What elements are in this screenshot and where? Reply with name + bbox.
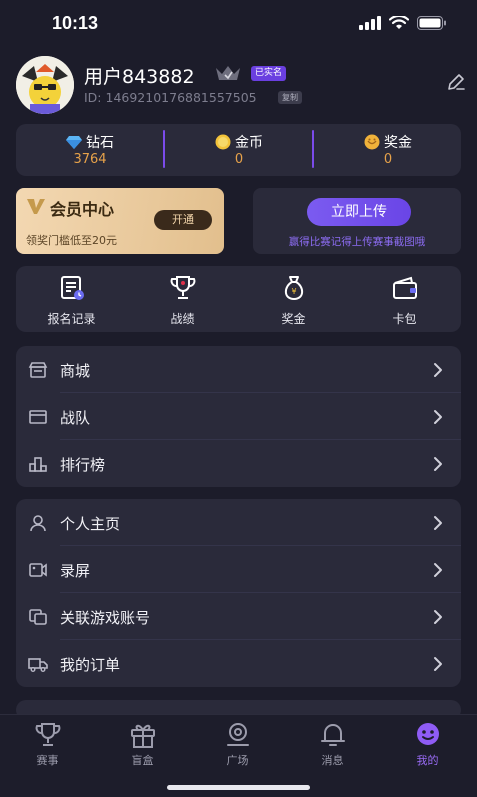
- menu-item-label: 排行榜: [60, 456, 106, 474]
- store-icon: [28, 362, 48, 378]
- gold-coin-icon: [215, 134, 231, 150]
- menu-item-label: 个人主页: [60, 515, 121, 533]
- vip-open-button[interactable]: 开通: [154, 210, 212, 230]
- menu-item-profile-page[interactable]: 个人主页: [16, 499, 461, 546]
- currency-gold-coin[interactable]: 金币 0: [165, 124, 313, 176]
- quick-actions-card: 报名记录 战绩 ¥ 奖金 卡包: [16, 266, 461, 332]
- person-icon: [30, 515, 46, 532]
- upload-subtitle: 赢得比赛记得上传赛事截图哦: [288, 236, 426, 248]
- diamond-icon: [66, 136, 82, 149]
- currency-label: 奖金: [384, 135, 412, 151]
- currency-bonus[interactable]: 奖金 0: [314, 124, 462, 176]
- verified-badge: 已实名: [251, 66, 287, 81]
- tab-label: 我的: [416, 754, 439, 767]
- screen-record-icon: [29, 563, 47, 577]
- profile-header: 用户843882 已实名 ID: 1469210176881557505 复制: [16, 56, 466, 114]
- chevron-right-icon: [434, 563, 442, 577]
- avatar-cat-icon: [16, 56, 74, 114]
- ranking-icon: [29, 457, 47, 472]
- menu-item-label: 战队: [60, 409, 91, 427]
- menu-item-label: 商城: [60, 362, 91, 380]
- currency-value: 3764: [73, 152, 107, 167]
- trophy-tab-icon: [35, 723, 60, 746]
- menu-item-label: 关联游戏账号: [60, 609, 151, 627]
- menu-item-my-orders[interactable]: 我的订单: [16, 640, 461, 687]
- menu-item-ranking[interactable]: 排行榜: [16, 440, 461, 487]
- tab-label: 盲盒: [131, 754, 154, 767]
- user-id: ID: 1469210176881557505: [84, 90, 257, 105]
- menu-group-2: 个人主页 录屏 关联游戏账号 我的订单: [16, 499, 461, 687]
- crown-icon: [216, 66, 240, 80]
- smiley-icon: [416, 723, 439, 745]
- status-bar: 10:13: [0, 0, 477, 50]
- bell-icon: [320, 724, 345, 746]
- username: 用户843882: [84, 66, 195, 88]
- currency-card: 钻石 3764 金币 0 奖金 0: [16, 124, 461, 176]
- tab-label: 赛事: [36, 754, 59, 767]
- upload-card: 立即上传 赢得比赛记得上传赛事截图哦: [253, 188, 461, 254]
- currency-value: 0: [383, 152, 393, 167]
- plaza-icon: [226, 723, 249, 746]
- home-indicator: [167, 785, 310, 790]
- chevron-right-icon: [434, 457, 442, 471]
- gift-box-icon: [130, 724, 155, 748]
- vip-title: 会员中心: [50, 200, 115, 219]
- menu-item-team[interactable]: 战队: [16, 393, 461, 440]
- wallet-icon: [392, 276, 417, 299]
- menu-item-label: 录屏: [60, 562, 91, 580]
- wifi-icon: [389, 16, 409, 29]
- battery-icon: [417, 16, 446, 30]
- avatar[interactable]: [16, 56, 74, 114]
- quick-action-wallet[interactable]: 卡包: [349, 266, 460, 332]
- currency-value: 0: [234, 152, 244, 167]
- upload-now-button[interactable]: 立即上传: [307, 198, 411, 226]
- quick-action-label: 报名记录: [47, 312, 96, 326]
- vip-subtitle: 领奖门槛低至20元: [26, 234, 117, 247]
- vip-v-icon: [27, 199, 45, 214]
- vip-center-card[interactable]: 会员中心 领奖门槛低至20元 开通: [16, 188, 224, 254]
- chevron-right-icon: [434, 610, 442, 624]
- chevron-right-icon: [434, 410, 442, 424]
- tab-blind-box[interactable]: 盲盒: [95, 721, 190, 771]
- tab-mine[interactable]: 我的: [380, 721, 475, 771]
- currency-label: 钻石: [86, 135, 114, 151]
- tab-plaza[interactable]: 广场: [190, 721, 285, 771]
- delivery-truck-icon: [28, 658, 48, 672]
- bonus-icon: [364, 134, 380, 150]
- menu-item-label: 我的订单: [60, 656, 121, 674]
- quick-action-label: 奖金: [281, 312, 306, 326]
- currency-diamond[interactable]: 钻石 3764: [16, 124, 164, 176]
- chevron-right-icon: [434, 516, 442, 530]
- quick-action-label: 卡包: [392, 312, 417, 326]
- currency-label: 金币: [235, 135, 263, 151]
- quick-action-record[interactable]: 战绩: [127, 266, 238, 332]
- edit-icon[interactable]: [446, 72, 466, 92]
- link-account-icon: [29, 609, 47, 625]
- menu-group-1: 商城 战队 排行榜: [16, 346, 461, 487]
- tab-events[interactable]: 赛事: [0, 721, 95, 771]
- chevron-right-icon: [434, 657, 442, 671]
- status-time: 10:13: [52, 13, 99, 33]
- status-icons: [359, 16, 447, 30]
- team-icon: [29, 410, 47, 424]
- quick-action-registration-record[interactable]: 报名记录: [16, 266, 127, 332]
- tab-label: 广场: [226, 754, 249, 767]
- quick-action-label: 战绩: [170, 312, 195, 326]
- chevron-right-icon: [434, 363, 442, 377]
- menu-item-store[interactable]: 商城: [16, 346, 461, 393]
- menu-item-link-game-account[interactable]: 关联游戏账号: [16, 593, 461, 640]
- copy-button[interactable]: 复制: [278, 91, 302, 104]
- registration-record-icon: [60, 276, 84, 300]
- quick-action-bonus[interactable]: ¥ 奖金: [238, 266, 349, 332]
- trophy-icon: [170, 276, 195, 299]
- svg-text:¥: ¥: [291, 287, 296, 296]
- tab-messages[interactable]: 消息: [285, 721, 380, 771]
- money-bag-icon: ¥: [284, 276, 303, 301]
- tab-label: 消息: [321, 754, 344, 767]
- signal-icon: [359, 16, 381, 30]
- menu-item-screen-record[interactable]: 录屏: [16, 546, 461, 593]
